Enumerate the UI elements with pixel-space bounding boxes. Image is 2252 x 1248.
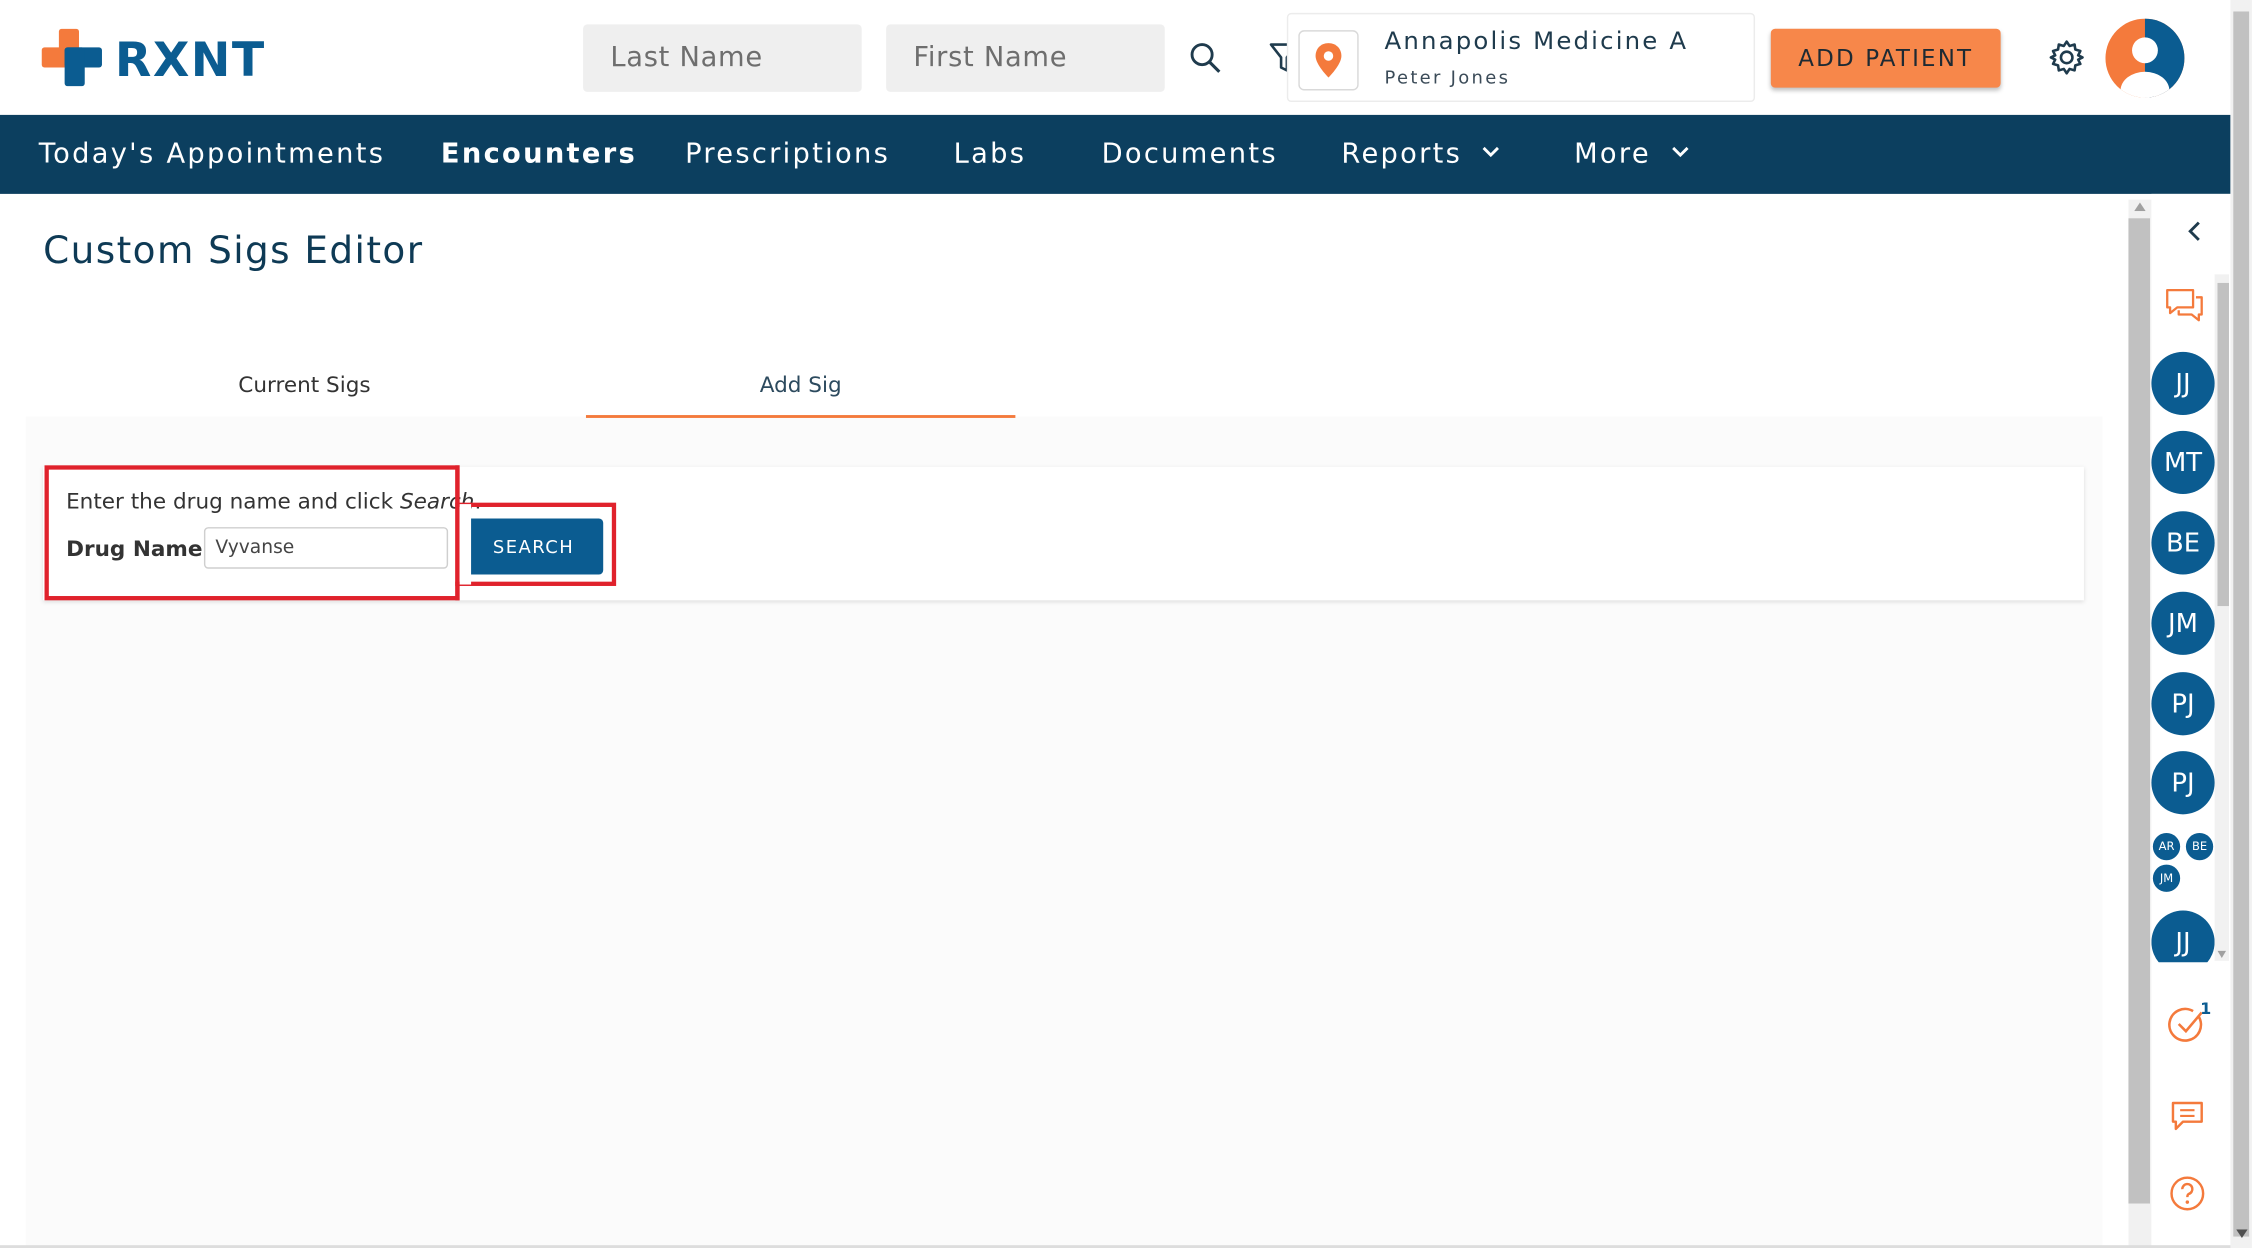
window-scroll-down-icon[interactable] <box>2236 1229 2248 1239</box>
contact-avatar[interactable]: JM <box>2151 591 2215 655</box>
message-icon[interactable] <box>2166 1094 2209 1137</box>
nav-labs[interactable]: Labs <box>954 115 1027 194</box>
main-nav: Today's Appointments Encounters Prescrip… <box>0 114 2231 194</box>
group-avatar-member: BE <box>2185 832 2214 861</box>
nav-more-label: More <box>1574 137 1651 170</box>
rxnt-logo[interactable]: RXNT <box>41 28 272 92</box>
group-avatar-member: JM <box>2152 864 2181 892</box>
collapse-chevron-icon[interactable] <box>2180 217 2209 246</box>
tab-add-sig[interactable]: Add Sig <box>585 354 1016 418</box>
contact-avatar[interactable]: PJ <box>2151 751 2215 815</box>
contact-avatar[interactable]: PJ <box>2151 672 2215 736</box>
page-title: Custom Sigs Editor <box>43 229 424 273</box>
scroll-up-icon[interactable] <box>2134 202 2146 212</box>
window-scrollbar-thumb[interactable] <box>2233 11 2250 1237</box>
contact-avatar-clip: JJ <box>2151 910 2215 963</box>
chevron-down-icon <box>1482 146 1500 157</box>
chat-bubbles-icon[interactable] <box>2163 283 2206 326</box>
location-name: Annapolis Medicine A <box>1384 27 1689 57</box>
last-name-input[interactable]: Last Name <box>583 24 862 92</box>
logo-cross-icon <box>41 28 102 87</box>
tasks-badge: 1 <box>2200 999 2212 1019</box>
gear-icon[interactable] <box>2045 36 2088 79</box>
highlight-join <box>459 504 472 585</box>
nav-reports[interactable]: Reports <box>1341 115 1500 194</box>
chevron-down-icon <box>1671 146 1688 157</box>
content-scrollbar-thumb[interactable] <box>2128 218 2150 1204</box>
nav-prescriptions[interactable]: Prescriptions <box>685 115 890 194</box>
user-avatar-icon[interactable] <box>2105 18 2185 98</box>
help-icon[interactable] <box>2166 1172 2209 1215</box>
first-name-input[interactable]: First Name <box>886 24 1165 92</box>
highlight-box-right <box>455 502 617 586</box>
location-pin-icon <box>1298 30 1359 91</box>
group-avatar[interactable]: AR BE JM <box>2151 832 2214 895</box>
search-icon[interactable] <box>1185 37 1225 77</box>
contact-avatar[interactable]: BE <box>2151 511 2215 575</box>
contact-avatar[interactable]: JJ <box>2151 351 2215 416</box>
group-avatar-member: AR <box>2152 832 2181 861</box>
contact-avatar[interactable]: JJ <box>2151 910 2215 963</box>
nav-encounters[interactable]: Encounters <box>441 115 637 194</box>
location-user: Peter Jones <box>1384 66 1511 88</box>
nav-todays-appointments[interactable]: Today's Appointments <box>39 115 385 194</box>
sidebar-scrollbar-thumb[interactable] <box>2217 282 2229 607</box>
location-selector[interactable]: Annapolis Medicine A Peter Jones <box>1286 12 1756 102</box>
nav-documents[interactable]: Documents <box>1102 115 1278 194</box>
highlight-edge <box>455 465 460 507</box>
contact-avatar[interactable]: MT <box>2151 430 2215 495</box>
highlight-box-left <box>44 465 460 601</box>
app-header: RXNT Last Name First Name Annapolis Medi… <box>0 0 2231 115</box>
highlight-edge <box>455 581 460 601</box>
nav-more[interactable]: More <box>1574 115 1688 194</box>
add-patient-button[interactable]: ADD PATIENT <box>1770 28 2001 88</box>
tab-current-sigs[interactable]: Current Sigs <box>30 354 579 416</box>
logo-text: RXNT <box>114 31 266 88</box>
sidebar-scroll-down-icon[interactable] <box>2217 950 2227 958</box>
nav-reports-label: Reports <box>1341 137 1463 170</box>
